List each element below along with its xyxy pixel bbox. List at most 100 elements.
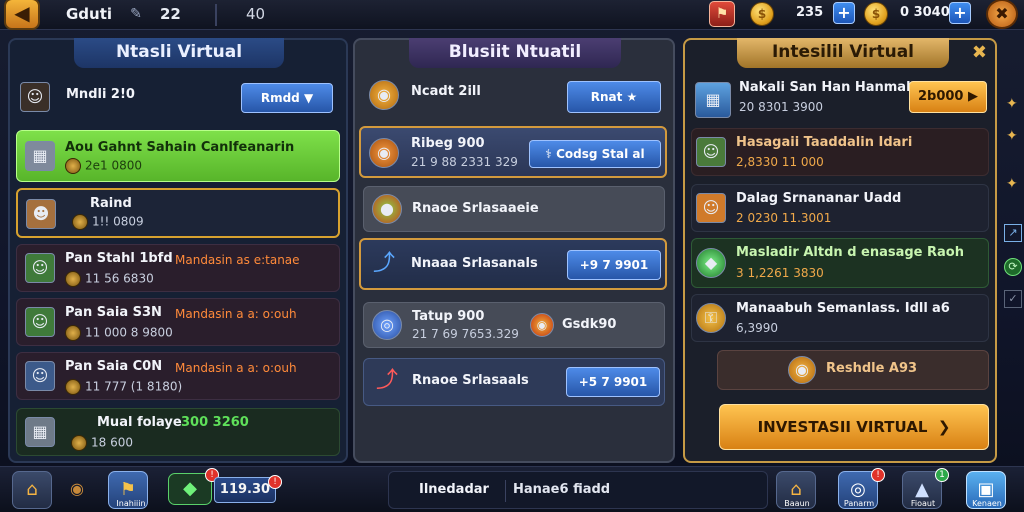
list-item[interactable]: ☺ Hasagaii Taaddalin Idari 2,8330 11 000 — [691, 128, 989, 176]
tab-divider — [505, 480, 506, 502]
coin-icon: $ — [750, 2, 774, 26]
header-value: 20 8301 3900 — [739, 100, 823, 114]
close-icon[interactable]: ✖ — [972, 42, 987, 63]
refresh-icon[interactable]: ⟳ — [1004, 258, 1022, 276]
item-value: 2e1 0800 — [65, 158, 142, 174]
item-value: 11 777 (1 8180) — [65, 379, 182, 395]
item-name: Pan Stahl 1bfd — [65, 251, 173, 266]
gem-icon[interactable]: ◆ ! — [168, 468, 219, 505]
player-level: 22 — [160, 5, 181, 23]
edit-icon[interactable]: ✎ — [125, 3, 147, 25]
tab-hanae6-fiadd[interactable]: Hanae6 fiadd — [513, 482, 610, 497]
item-value: 11 000 8 9800 — [65, 325, 173, 341]
feather-icon: ⤴ — [372, 251, 395, 276]
list-item[interactable]: ▦ Aou Gahnt Sahain Canlfeanarin 2e1 0800 — [16, 130, 340, 182]
item-name: Nnaaa Srlasanals — [411, 256, 538, 271]
panel-blusiit-ntuatil: Blusiit Ntuatil ◉ Ncadt 2ill Rnat ★ ◉ Ri… — [353, 38, 675, 463]
item-name: Pan Saia S3N — [65, 305, 162, 320]
star-icon[interactable]: ✦ — [1006, 96, 1018, 112]
list-item[interactable]: ☺ Dalag Srnananar Uadd 2 0230 11.3001 — [691, 184, 989, 232]
add-coins-button[interactable]: + — [833, 2, 855, 24]
item-value: 21 9 88 2331 329 — [411, 155, 518, 169]
list-item[interactable]: ◆ Masladir Altdn d enasage Raoh 3 1,2261… — [691, 238, 989, 288]
tab-bar: Ilnedadar Hanae6 fiadd — [388, 471, 768, 509]
list-item[interactable]: ☻ Raind 1!! 0809 — [16, 188, 340, 238]
list-item[interactable]: ☺ Pan Stahl 1bfd Mandasin as e:tanae 11 … — [16, 244, 340, 292]
orb-icon: ● — [372, 194, 402, 224]
feather-icon: ⤴ — [375, 368, 398, 393]
action-button[interactable]: +5 7 9901 — [566, 367, 660, 397]
star-icon[interactable]: ✦ — [1006, 128, 1018, 144]
item-name: Pan Saia C0N — [65, 359, 163, 374]
bottom-bar: ⌂ ◉ ⚑ Inahiiin ◆ ! 119.30 ! Ilnedadar Ha… — [0, 466, 1024, 512]
item-amount: 300 3260 — [181, 415, 249, 430]
list-item[interactable]: ☺ Pan Saia C0N Mandasin a a: o:ouh 11 77… — [16, 352, 340, 400]
nav-label: Panarm — [843, 499, 875, 508]
panel-title: Ntasli Virtual — [74, 38, 284, 68]
header-name: Nakali San Han Hanmal — [739, 80, 911, 95]
back-arrow-icon[interactable]: ◀ — [4, 0, 40, 30]
nav-label: Kenaen — [972, 499, 1002, 508]
item-value: 6,3990 — [736, 321, 778, 335]
nav-label: Fioaut — [910, 499, 936, 508]
item-tag: Mandasin as e:tanae — [175, 253, 300, 267]
castle-icon[interactable]: ⚑ Inahiiin — [108, 471, 148, 509]
house-icon[interactable]: ⌂ Baaun — [776, 471, 816, 509]
star-icon[interactable]: ✦ — [1006, 176, 1018, 192]
item-value: 11 56 6830 — [65, 271, 154, 287]
list-item[interactable]: ⤴ Rnaoe Srlasaals +5 7 9901 — [363, 358, 665, 406]
globe-icon: ◎ — [372, 310, 402, 340]
list-item[interactable]: ● Rnaoe Srlasaaeie — [363, 186, 665, 232]
list-item[interactable]: ⚿ Manaabuh Semanlass. Idll a6 6,3990 — [691, 294, 989, 342]
panel-intesilil-virtual: Intesilil Virtual ✖ ▦ Nakali San Han Han… — [683, 38, 997, 463]
character-avatar: ☺ — [25, 361, 55, 391]
building-icon: ▦ — [25, 141, 55, 171]
rnat-button[interactable]: Rnat ★ — [567, 81, 661, 113]
item-name: Raind — [90, 196, 132, 211]
item-tag: a6 — [932, 301, 950, 316]
action-button[interactable]: +9 7 9901 — [567, 250, 661, 280]
check-icon[interactable]: ✓ — [1004, 290, 1022, 308]
home-icon[interactable]: ⌂ — [12, 471, 52, 509]
list-item[interactable]: ☺ Pan Saia S3N Mandasin a a: o:ouh 11 00… — [16, 298, 340, 346]
gold-balance: 0 3040 — [900, 5, 950, 20]
gem-icon: ◆ — [696, 248, 726, 278]
chart-icon[interactable]: ↗ — [1004, 224, 1022, 242]
item-name: Tatup 900 — [412, 309, 485, 324]
add-gold-button[interactable]: + — [949, 2, 971, 24]
globe-icon[interactable]: ◎ ! Panarm — [838, 468, 885, 509]
settings-gear-icon[interactable]: ✖ — [986, 0, 1018, 29]
item-name: Rnaoe Srlasaaeie — [412, 201, 539, 216]
key-icon: ⚿ — [696, 303, 726, 333]
shield-icon[interactable]: ◉ — [70, 479, 84, 498]
item-value: 21 7 69 7653.329 — [412, 327, 519, 341]
list-item[interactable]: ◉ Ribeg 900 21 9 88 2331 329 ⚕ Codsg Sta… — [359, 126, 667, 178]
list-item[interactable]: ▦ Mual folaye 300 3260 18 600 — [16, 408, 340, 456]
item-tag: Mandasin a a: o:ouh — [175, 361, 297, 375]
divider — [215, 4, 217, 26]
top-bar: ◀ Gduti ✎ 22 40 ⚑ $ 235 + $ 0 3040 + ✖ — [0, 0, 1024, 30]
header-name: Mndli 2!0 — [66, 87, 135, 102]
tower-icon[interactable]: ▲ 1 Fioaut — [902, 468, 949, 509]
list-item[interactable]: ◎ Tatup 900 21 7 69 7653.329 ◉ Gsdk90 — [363, 302, 665, 348]
tab-ilnedadar[interactable]: Ilnedadar — [419, 482, 489, 497]
character-avatar: ☺ — [25, 253, 55, 283]
item-tag: Gsdk90 — [562, 317, 617, 332]
character-avatar: ☺ — [696, 137, 726, 167]
action-button[interactable]: ⚕ Codsg Stal al — [529, 140, 661, 168]
shop-icon[interactable]: ⚑ — [709, 1, 735, 27]
buy-button[interactable]: 2b000 ▶ — [909, 81, 987, 113]
character-avatar: ☻ — [26, 199, 56, 229]
panel-title: Blusiit Ntuatil — [409, 38, 621, 68]
vault-icon: ▦ — [25, 417, 55, 447]
list-item[interactable]: ⤴ Nnaaa Srlasanals +9 7 9901 — [359, 238, 667, 290]
chest-icon: ▦ — [695, 82, 731, 118]
item-value: 1!! 0809 — [72, 214, 144, 230]
notification-badge: ! — [268, 475, 282, 489]
invest-virtual-button[interactable]: INVESTASII VIRTUAL ❯ — [719, 404, 989, 450]
player-avatar: ☺ — [20, 82, 50, 112]
map-icon[interactable]: ▣ Kenaen — [966, 471, 1006, 509]
item-value: 3 1,2261 3830 — [736, 266, 824, 280]
restore-button[interactable]: ◉ Reshdle A93 — [717, 350, 989, 390]
read-button[interactable]: Rmdd ▼ — [241, 83, 333, 113]
